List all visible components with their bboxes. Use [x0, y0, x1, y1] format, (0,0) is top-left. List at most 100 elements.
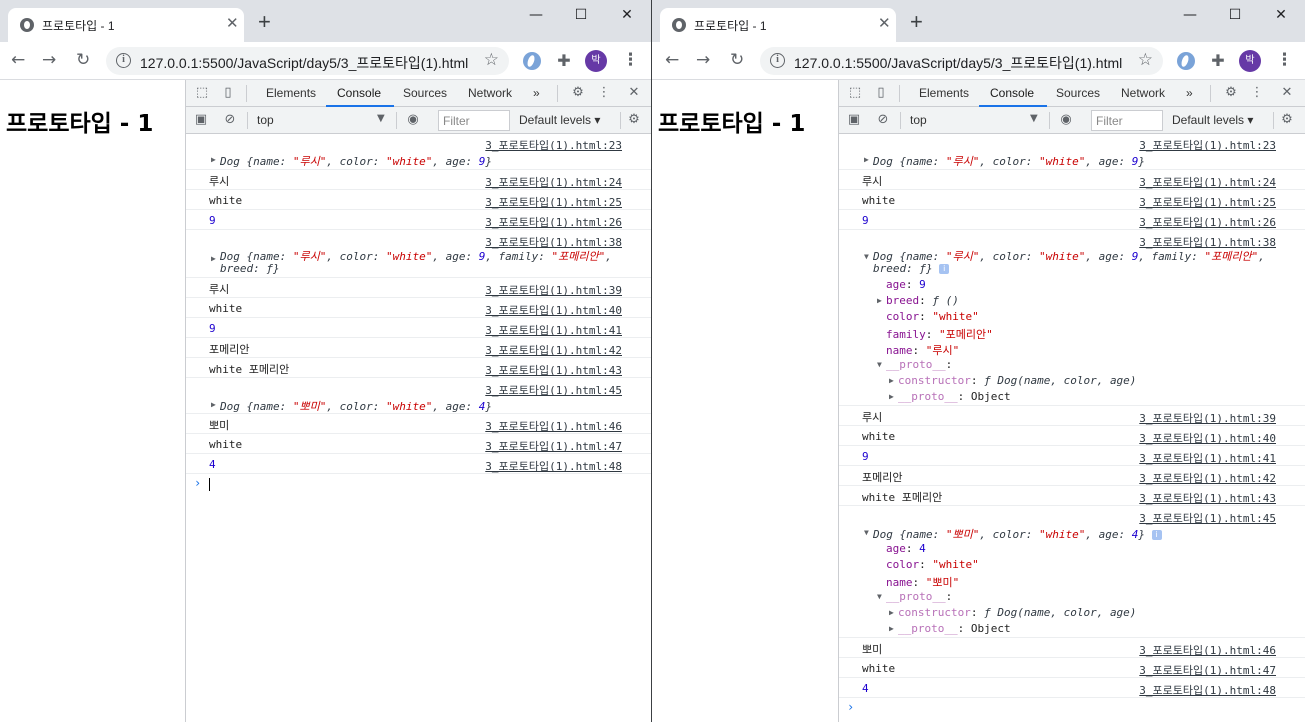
forward-button[interactable]: → [696, 50, 710, 70]
source-link[interactable]: 3_포로토타입(1).html:46 [485, 418, 622, 434]
source-link[interactable]: 3_포로토타입(1).html:25 [485, 194, 622, 210]
source-link[interactable]: 3_포로토타입(1).html:47 [1139, 662, 1276, 678]
source-link[interactable]: 3_포로토타입(1).html:24 [485, 174, 622, 190]
property-constructor[interactable]: constructor: ƒ Dog(name, color, age) [898, 374, 1136, 387]
console-prompt-icon[interactable]: › [847, 700, 854, 714]
inspect-icon[interactable]: ⬚ [194, 85, 210, 101]
object-preview[interactable]: Dog {name: "루시", color: "white", age: 9} [220, 153, 492, 169]
tab-console[interactable]: Console [337, 86, 381, 100]
log-entry-expanded[interactable]: 3_포로토타입(1).html:38 ▼ Dog {name: "루시", co… [839, 230, 1305, 406]
clear-console-icon[interactable]: ⊘ [222, 112, 238, 128]
expand-triangle-icon[interactable]: ▶ [889, 624, 894, 633]
property-proto[interactable]: __proto__: [886, 358, 952, 371]
expand-triangle-icon[interactable]: ▶ [211, 400, 216, 409]
source-link[interactable]: 3_포로토타입(1).html:24 [1139, 174, 1276, 190]
expand-triangle-icon[interactable]: ▶ [211, 254, 216, 263]
more-options-icon[interactable]: ⋮ [596, 85, 612, 101]
maximize-button[interactable]: ☐ [1220, 4, 1250, 26]
extensions-puzzle-icon[interactable]: ✚ [555, 52, 573, 70]
sidebar-toggle-icon[interactable]: ▣ [846, 112, 862, 128]
expand-triangle-icon[interactable]: ▶ [864, 155, 869, 164]
filter-input[interactable]: Filter [438, 110, 510, 131]
menu-icon[interactable]: ⋮ [1276, 50, 1293, 70]
extension-icon[interactable] [1177, 52, 1195, 70]
maximize-button[interactable]: ☐ [566, 4, 596, 26]
object-preview[interactable]: Dog {name: "루시", color: "white", age: 9} [873, 153, 1145, 169]
clear-console-icon[interactable]: ⊘ [875, 112, 891, 128]
source-link[interactable]: 3_포로토타입(1).html:39 [1139, 410, 1276, 426]
minimize-button[interactable]: — [521, 4, 551, 26]
tab-sources[interactable]: Sources [403, 86, 447, 100]
browser-tab[interactable]: 프로토타입 - 1 ✕ [660, 8, 896, 42]
source-link[interactable]: 3_포로토타입(1).html:39 [485, 282, 622, 298]
context-selector[interactable]: top [257, 113, 274, 127]
bookmark-star-icon[interactable]: ☆ [1138, 50, 1153, 70]
filter-input[interactable]: Filter [1091, 110, 1163, 131]
source-link[interactable]: 3_포로토타입(1).html:48 [1139, 682, 1276, 698]
source-link[interactable]: 3_포로토타입(1).html:26 [1139, 214, 1276, 230]
console-settings-icon[interactable]: ⚙ [1279, 112, 1295, 128]
more-tabs-icon[interactable]: » [1186, 86, 1193, 100]
property-proto-object[interactable]: __proto__: Object [898, 622, 1011, 635]
log-entry[interactable]: 3_포로토타입(1).html:23 ▶ Dog {name: "루시", co… [186, 134, 651, 170]
levels-dropdown[interactable]: Default levels ▾ [519, 113, 600, 127]
collapse-triangle-icon[interactable]: ▼ [877, 592, 882, 601]
source-link[interactable]: 3_포로토타입(1).html:43 [1139, 490, 1276, 506]
eye-icon[interactable]: ◉ [405, 112, 421, 128]
extension-icon[interactable] [523, 52, 541, 70]
property-proto[interactable]: __proto__: [886, 590, 952, 603]
console-input[interactable] [209, 478, 210, 491]
source-link[interactable]: 3_포로토타입(1).html:42 [485, 342, 622, 358]
tab-network[interactable]: Network [468, 86, 512, 100]
settings-icon[interactable]: ⚙ [1223, 85, 1239, 101]
chevron-down-icon[interactable]: ▼ [377, 113, 385, 124]
object-preview[interactable]: Dog {name: "뽀미", color: "white", age: 4} [220, 398, 492, 414]
log-entry[interactable]: 3_포로토타입(1).html:45 ▶ Dog {name: "뽀미", co… [186, 378, 651, 414]
log-entry[interactable]: 3_포로토타입(1).html:23 ▶ Dog {name: "루시", co… [839, 134, 1305, 170]
source-link[interactable]: 3_포로토타입(1).html:45 [485, 382, 622, 398]
levels-dropdown[interactable]: Default levels ▾ [1172, 113, 1253, 127]
log-entry-expanded[interactable]: 3_포로토타입(1).html:45 ▼ Dog {name: "뽀미", co… [839, 506, 1305, 638]
browser-tab[interactable]: 프로토타입 - 1 ✕ [8, 8, 244, 42]
address-bar[interactable]: i 127.0.0.1:5500/JavaScript/day5/3_프로토타입… [106, 47, 509, 75]
device-toolbar-icon[interactable]: ▯ [873, 85, 889, 101]
close-window-button[interactable]: ✕ [612, 4, 642, 26]
source-link[interactable]: 3_포로토타입(1).html:41 [1139, 450, 1276, 466]
source-link[interactable]: 3_포로토타입(1).html:40 [485, 302, 622, 318]
property-breed[interactable]: breed: ƒ () [886, 294, 959, 307]
more-options-icon[interactable]: ⋮ [1249, 85, 1265, 101]
back-button[interactable]: ← [665, 50, 679, 70]
tab-close-icon[interactable]: ✕ [226, 15, 239, 31]
close-window-button[interactable]: ✕ [1266, 4, 1296, 26]
back-button[interactable]: ← [11, 50, 25, 70]
source-link[interactable]: 3_포로토타입(1).html:48 [485, 458, 622, 474]
log-entry[interactable]: 3_포로토타입(1).html:38 ▶ Dog {name: "루시", co… [186, 230, 651, 278]
source-link[interactable]: 3_포로토타입(1).html:23 [1139, 137, 1276, 153]
minimize-button[interactable]: — [1175, 4, 1205, 26]
close-devtools-icon[interactable]: ✕ [626, 85, 642, 101]
property-proto-object[interactable]: __proto__: Object [898, 390, 1011, 403]
forward-button[interactable]: → [42, 50, 56, 70]
source-link[interactable]: 3_포로토타입(1).html:43 [485, 362, 622, 378]
tab-elements[interactable]: Elements [919, 86, 969, 100]
source-link[interactable]: 3_포로토타입(1).html:23 [485, 137, 622, 153]
source-link[interactable]: 3_포로토타입(1).html:41 [485, 322, 622, 338]
more-tabs-icon[interactable]: » [533, 86, 540, 100]
source-link[interactable]: 3_포로토타입(1).html:42 [1139, 470, 1276, 486]
console-settings-icon[interactable]: ⚙ [626, 112, 642, 128]
info-badge-icon[interactable]: i [939, 264, 950, 274]
collapse-triangle-icon[interactable]: ▼ [864, 252, 869, 261]
tab-elements[interactable]: Elements [266, 86, 316, 100]
info-icon[interactable]: i [770, 53, 785, 68]
expand-triangle-icon[interactable]: ▶ [877, 296, 882, 305]
expand-triangle-icon[interactable]: ▶ [889, 376, 894, 385]
collapse-triangle-icon[interactable]: ▼ [877, 360, 882, 369]
new-tab-button[interactable]: + [910, 11, 923, 33]
object-preview[interactable]: Dog {name: "뽀미", color: "white", age: 4}… [873, 526, 1162, 542]
reload-button[interactable]: ↻ [730, 50, 744, 70]
property-constructor[interactable]: constructor: ƒ Dog(name, color, age) [898, 606, 1136, 619]
avatar[interactable]: 박 [585, 50, 607, 72]
expand-triangle-icon[interactable]: ▶ [889, 392, 894, 401]
context-selector[interactable]: top [910, 113, 927, 127]
avatar[interactable]: 박 [1239, 50, 1261, 72]
